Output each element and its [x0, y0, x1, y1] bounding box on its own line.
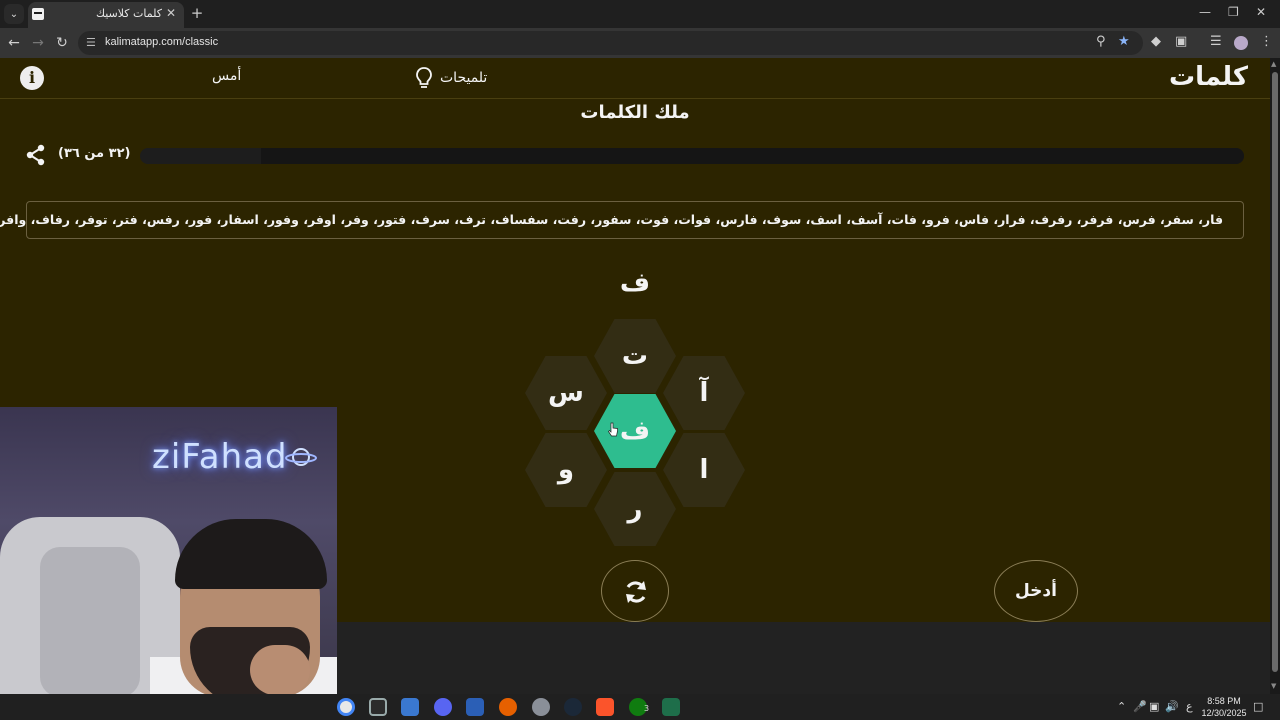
window-minimize-button[interactable]: —: [1199, 5, 1211, 19]
letter-hex-upper-right[interactable]: آ: [663, 356, 745, 430]
new-tab-button[interactable]: +: [188, 4, 206, 22]
scroll-thumb[interactable]: [1272, 72, 1278, 672]
letter-hex-top[interactable]: ت: [594, 319, 676, 393]
reload-icon[interactable]: ↻: [53, 34, 71, 52]
shuffle-icon: [626, 581, 646, 603]
mouse-cursor-icon: [608, 422, 618, 437]
clock-date: 12/30/2025: [1201, 708, 1247, 718]
network-icon[interactable]: ▣: [1149, 700, 1159, 713]
person-hand: [250, 645, 310, 694]
browser-tab-active[interactable]: كلمات كلاسيك ✕: [28, 2, 184, 28]
scroll-down-icon[interactable]: ▼: [1271, 682, 1276, 690]
found-words-list: فار، سفر، فرس، فرفر، رفرف، فرار، فاس، فر…: [0, 212, 1223, 227]
letter-hex-lower-left[interactable]: و: [525, 433, 607, 507]
app-taskbar-icon[interactable]: [532, 698, 550, 716]
info-icon[interactable]: i: [20, 66, 44, 90]
lightbulb-icon: [416, 67, 432, 88]
site-favicon-icon: [32, 8, 44, 20]
browser-menu-icon[interactable]: ⋮: [1260, 34, 1273, 49]
tray-overflow-icon[interactable]: ⌃: [1117, 700, 1126, 713]
clock-time: 8:58 PM: [1207, 696, 1241, 706]
media-control-icon[interactable]: ☰: [1210, 34, 1222, 49]
windows-taskbar: 3 ⌃ 🎤 ▣ 🔊 ع 8:58 PM 12/30/2025 □: [0, 694, 1280, 720]
zoom-icon[interactable]: ⚲: [1096, 34, 1106, 49]
page-scrollbar[interactable]: ▲ ▼: [1270, 58, 1280, 694]
chrome-taskbar-icon[interactable]: [337, 698, 355, 716]
input-language[interactable]: ع: [1186, 700, 1193, 713]
tab-title: كلمات كلاسيك: [95, 7, 162, 20]
site-info-icon[interactable]: ☰: [86, 36, 96, 49]
enter-button[interactable]: أدخل: [994, 560, 1078, 622]
progress-count: (٣٢ من ٣٦): [58, 146, 131, 161]
bookmark-star-icon[interactable]: ★: [1118, 34, 1130, 49]
profile-avatar[interactable]: [1234, 36, 1248, 50]
window-restore-button[interactable]: ❐: [1228, 5, 1239, 19]
xbox-badge: 3: [644, 704, 650, 713]
hints-label: تلميحات: [440, 70, 488, 86]
letter-hex-lower-right[interactable]: ا: [663, 433, 745, 507]
back-arrow-icon[interactable]: ←: [5, 34, 23, 52]
tab-search-button[interactable]: ⌄: [4, 4, 24, 24]
typed-word: ف: [619, 268, 651, 298]
microphone-icon[interactable]: 🎤: [1133, 700, 1147, 713]
letter-hex-bottom[interactable]: ر: [594, 472, 676, 546]
url-text[interactable]: kalimatapp.com/classic: [105, 36, 218, 48]
notifications-icon[interactable]: □: [1253, 700, 1263, 713]
brave-taskbar-icon[interactable]: [596, 698, 614, 716]
scroll-up-icon[interactable]: ▲: [1271, 60, 1276, 68]
obs-taskbar-icon[interactable]: [369, 698, 387, 716]
steam-taskbar-icon[interactable]: [564, 698, 582, 716]
window-close-button[interactable]: ✕: [1256, 5, 1266, 19]
extension-diamond-icon[interactable]: ◆: [1151, 34, 1161, 49]
progress-bar: [140, 148, 1244, 164]
excel-taskbar-icon[interactable]: [662, 698, 680, 716]
speaker-icon[interactable]: 🔊: [1165, 700, 1179, 713]
hints-button[interactable]: تلميحات: [414, 66, 487, 90]
yesterday-button[interactable]: أمس: [212, 68, 241, 84]
address-bar[interactable]: ☰ kalimatapp.com/classic ⚲ ★: [78, 31, 1143, 55]
shuffle-button[interactable]: [601, 560, 669, 622]
header-divider: [0, 98, 1270, 99]
store-taskbar-icon[interactable]: [401, 698, 419, 716]
person-hair: [175, 519, 327, 589]
app-logo[interactable]: كلمات: [1169, 62, 1248, 92]
letter-hex-upper-left[interactable]: س: [525, 356, 607, 430]
taskbar-clock[interactable]: 8:58 PM 12/30/2025: [1198, 695, 1250, 719]
rank-title: ملك الكلمات: [580, 102, 690, 123]
word-taskbar-icon[interactable]: [466, 698, 484, 716]
browser-tabbar: ⌄ كلمات كلاسيك ✕ + — ❐ ✕: [0, 0, 1280, 28]
discord-taskbar-icon[interactable]: [434, 698, 452, 716]
neon-sign: ziFahad: [152, 437, 288, 477]
share-icon[interactable]: [26, 144, 46, 166]
tab-close-icon[interactable]: ✕: [166, 6, 176, 20]
forward-arrow-icon[interactable]: →: [29, 34, 47, 52]
chair-back-panel: [40, 547, 140, 694]
letter-hex-center[interactable]: ف: [594, 394, 676, 468]
firefox-taskbar-icon[interactable]: [499, 698, 517, 716]
found-words-box[interactable]: فار، سفر، فرس، فرفر، رفرف، فرار، فاس، فر…: [0, 201, 1244, 239]
webcam-overlay: ziFahad: [0, 407, 337, 694]
progress-fill: [261, 148, 1244, 164]
extensions-puzzle-icon[interactable]: ▣: [1175, 34, 1187, 49]
browser-toolbar: ← → ↻ ☰ kalimatapp.com/classic ⚲ ★ ◆ ▣ ☰…: [0, 28, 1280, 58]
planet-neon-icon: [285, 448, 317, 466]
